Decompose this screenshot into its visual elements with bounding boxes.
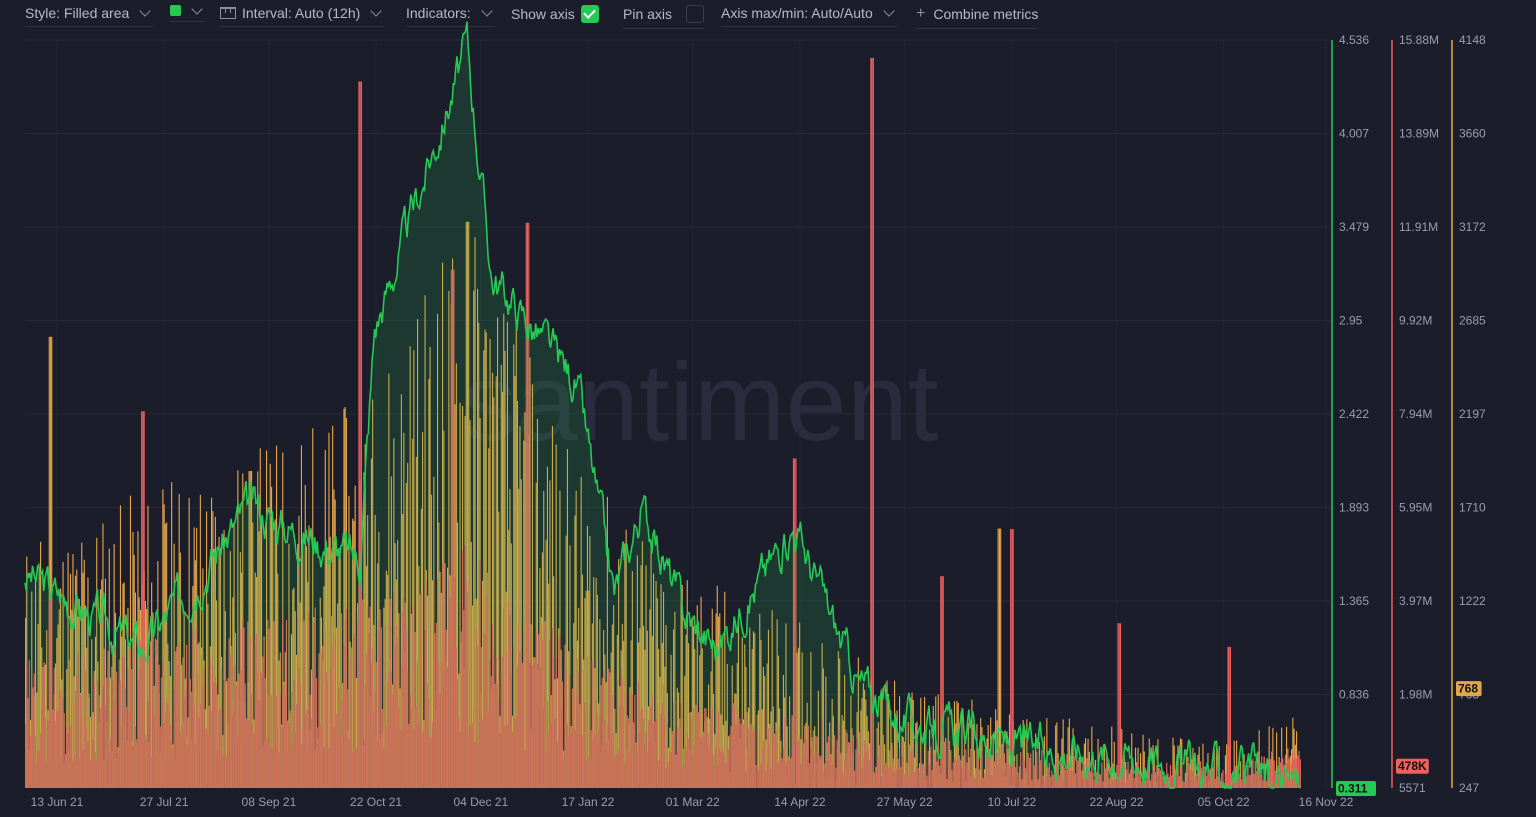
bar bbox=[872, 57, 874, 788]
y-tick-label: 9.92M bbox=[1399, 314, 1432, 328]
bar bbox=[1272, 765, 1274, 788]
x-tick-label: 05 Oct 22 bbox=[1198, 795, 1250, 809]
x-tick-label: 01 Mar 22 bbox=[666, 795, 720, 809]
y-tick-label: 4148 bbox=[1459, 33, 1486, 47]
x-tick-label: 27 May 22 bbox=[877, 795, 933, 809]
x-tick-label: 16 Nov 22 bbox=[1299, 795, 1354, 809]
bar bbox=[1273, 760, 1275, 788]
y-tick-label: 3660 bbox=[1459, 127, 1486, 141]
bar bbox=[1299, 759, 1301, 788]
x-tick-label: 04 Dec 21 bbox=[453, 795, 508, 809]
bar bbox=[1171, 775, 1173, 788]
bar bbox=[1117, 623, 1119, 788]
y-tick-label: 1.893 bbox=[1339, 501, 1369, 515]
y-tick-label: 4.007 bbox=[1339, 127, 1369, 141]
x-tick-label: 27 Jul 21 bbox=[140, 795, 189, 809]
x-tick-label: 08 Sep 21 bbox=[242, 795, 297, 809]
chart-canvas[interactable]: santiment 4.5364.0073.4792.952.4221.8931… bbox=[0, 0, 1536, 817]
y-tick-label: 2197 bbox=[1459, 407, 1486, 421]
bar bbox=[1228, 646, 1230, 788]
bar bbox=[1118, 623, 1120, 788]
x-tick-label: 22 Oct 21 bbox=[350, 795, 402, 809]
last-value-label: 0.311 bbox=[1338, 782, 1368, 796]
y-tick-label: 7.94M bbox=[1399, 407, 1432, 421]
bar bbox=[1271, 751, 1273, 788]
bar bbox=[1011, 529, 1013, 788]
bar bbox=[1229, 646, 1232, 788]
y-tick-label: 3.479 bbox=[1339, 220, 1369, 234]
bar bbox=[870, 57, 872, 788]
y-tick-label: 1.365 bbox=[1339, 594, 1369, 608]
bar bbox=[871, 57, 873, 788]
y-tick-label: 15.88M bbox=[1399, 33, 1439, 47]
y-tick-label: 13.89M bbox=[1399, 127, 1439, 141]
y-tick-label: 2685 bbox=[1459, 314, 1486, 328]
y-tick-label: 1710 bbox=[1459, 501, 1486, 515]
x-tick-label: 10 Jul 22 bbox=[987, 795, 1036, 809]
x-tick-label: 14 Apr 22 bbox=[774, 795, 826, 809]
y-tick-label: 1.98M bbox=[1399, 688, 1432, 702]
x-axis: 13 Jun 21 27 Jul 21 08 Sep 21 22 Oct 21 04 D… bbox=[31, 795, 1354, 809]
y-tick-label: 11.91M bbox=[1399, 220, 1438, 234]
last-value-label: 478K bbox=[1398, 759, 1427, 773]
y-axes: 4.536 4.007 3.479 2.95 2.422 1.893 1.365 0.836 0… bbox=[1331, 33, 1486, 796]
x-tick-label: 13 Jun 21 bbox=[31, 795, 84, 809]
bar bbox=[1120, 623, 1122, 788]
y-tick-label: 4.536 bbox=[1339, 33, 1369, 47]
bar bbox=[1227, 646, 1229, 788]
y-tick-label: 2.95 bbox=[1339, 314, 1363, 328]
y-tick-label: 3.97M bbox=[1399, 594, 1432, 608]
y-tick-label: 5.95M bbox=[1399, 501, 1432, 515]
y-tick-label: 5571 bbox=[1399, 781, 1426, 795]
last-value-label: 768 bbox=[1458, 682, 1478, 696]
y-tick-label: 0.836 bbox=[1339, 688, 1369, 702]
y-tick-label: 247 bbox=[1459, 781, 1479, 795]
y-tick-label: 3172 bbox=[1459, 220, 1486, 234]
x-tick-label: 22 Aug 22 bbox=[1089, 795, 1143, 809]
x-tick-label: 17 Jan 22 bbox=[562, 795, 615, 809]
bar bbox=[1169, 764, 1172, 788]
y-tick-label: 1222 bbox=[1459, 594, 1486, 608]
y-tick-label: 2.422 bbox=[1339, 407, 1369, 421]
